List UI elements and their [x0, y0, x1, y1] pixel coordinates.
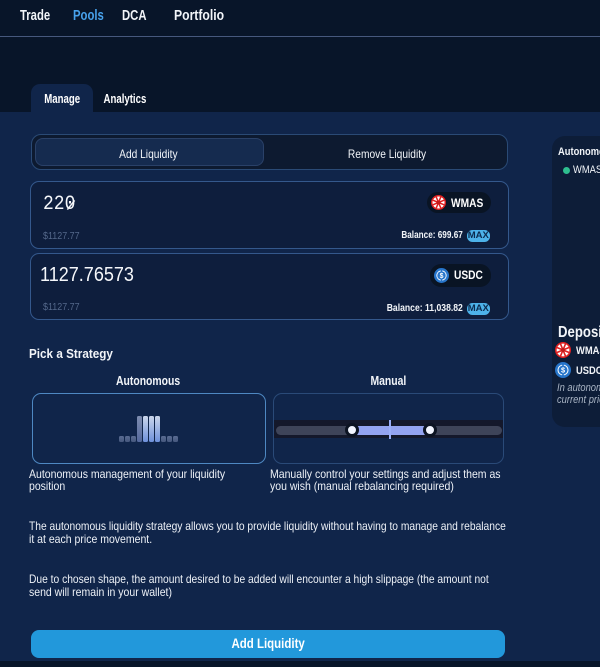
svg-text:$: $ — [439, 272, 443, 279]
svg-text:$: $ — [560, 366, 564, 375]
